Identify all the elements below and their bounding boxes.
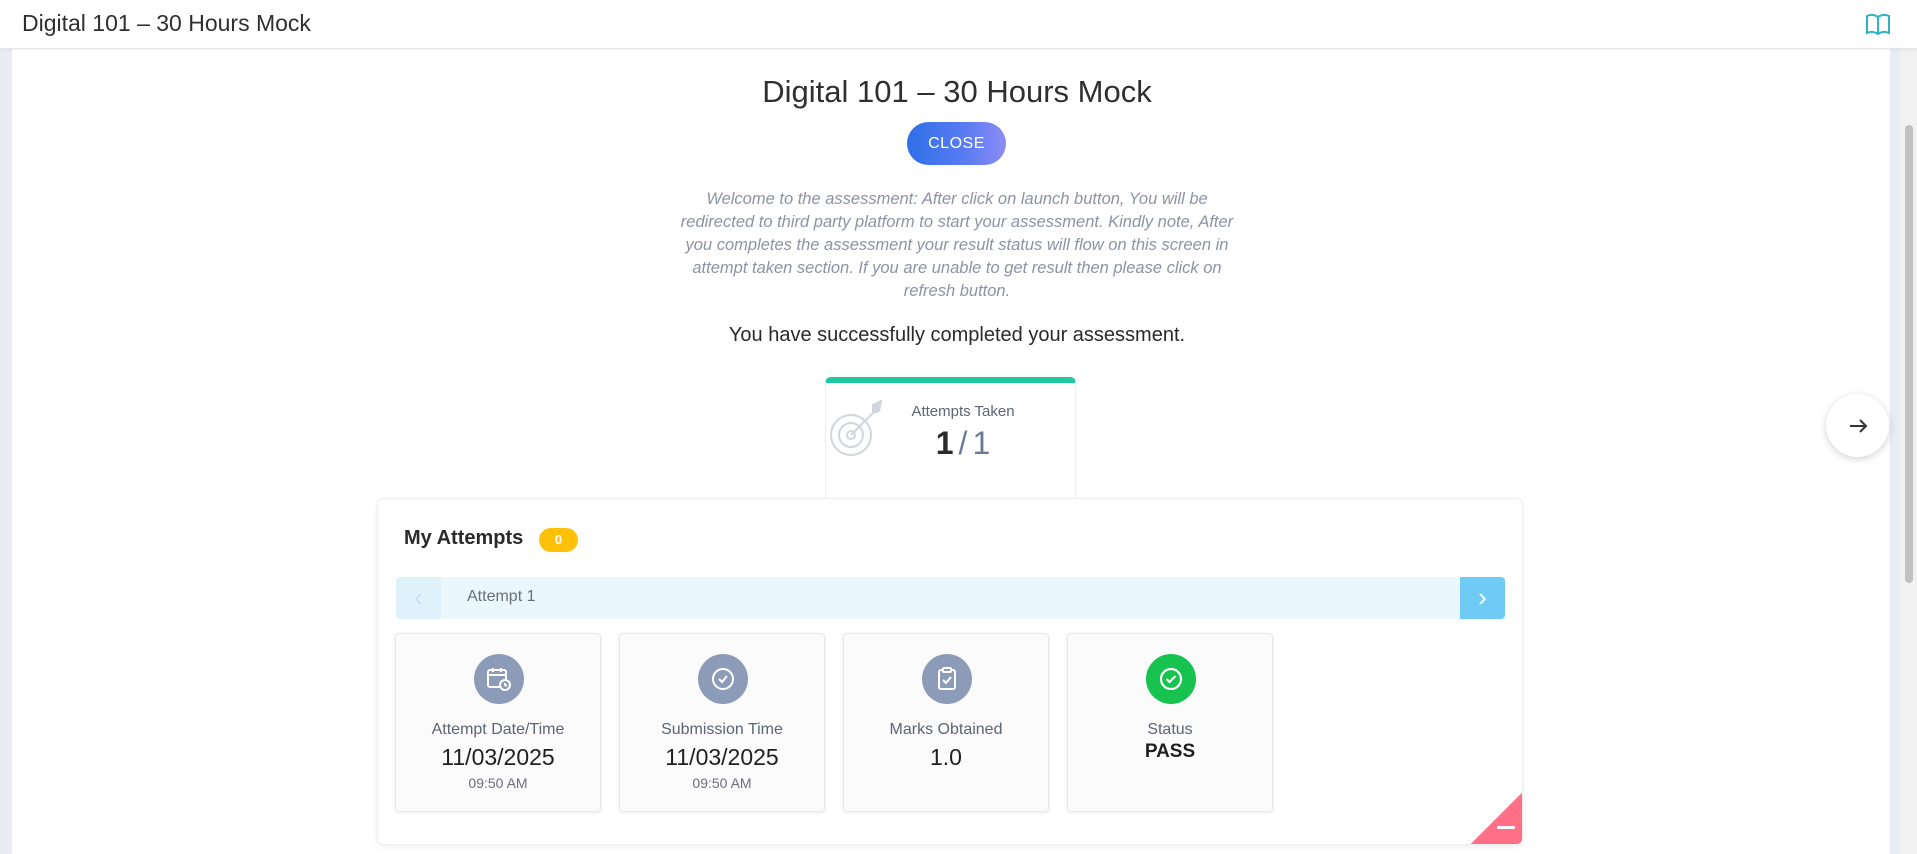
my-attempts-badge: 0 [539, 528, 578, 552]
minus-icon [1497, 826, 1515, 829]
status-label: Status [1147, 721, 1193, 738]
chevron-left-icon: ‹ [414, 582, 423, 612]
my-attempts-panel: My Attempts 0 ‹ Attempt 1 › Attempt Date… [377, 498, 1523, 845]
submission-time-value: 09:50 AM [692, 775, 752, 791]
check-circle-icon [1146, 654, 1196, 704]
top-bar: Digital 101 – 30 Hours Mock [0, 0, 1917, 49]
next-attempt-button[interactable]: › [1460, 577, 1505, 619]
marks-obtained-card: Marks Obtained 1.0 [843, 633, 1049, 812]
window-title: Digital 101 – 30 Hours Mock [22, 10, 311, 36]
collapse-corner-button[interactable] [1470, 791, 1522, 844]
submission-time-card: Submission Time 11/03/2025 09:50 AM [619, 633, 825, 812]
page-title: Digital 101 – 30 Hours Mock [762, 74, 1152, 109]
attempts-taken-value: 1 [935, 425, 954, 461]
submission-date-value: 11/03/2025 [665, 744, 779, 770]
attempts-separator: / [958, 425, 968, 461]
attempt-time-value: 09:50 AM [468, 775, 528, 791]
close-button[interactable]: CLOSE [907, 122, 1006, 165]
chevron-right-icon: › [1478, 582, 1487, 612]
attempt-datetime-card: Attempt Date/Time 11/03/2025 09:50 AM [395, 633, 601, 812]
welcome-text: Welcome to the assessment: After click o… [680, 190, 1234, 300]
attempts-taken-tab: Attempts Taken 1/1 [825, 377, 1076, 499]
marks-obtained-label: Marks Obtained [889, 721, 1003, 738]
attempt-date-value: 11/03/2025 [441, 744, 555, 770]
book-open-icon[interactable] [1865, 12, 1891, 36]
attempts-total-value: 1 [972, 425, 991, 461]
scrollbar-thumb[interactable] [1905, 125, 1913, 583]
marks-obtained-value: 1.0 [930, 744, 962, 770]
attempt-label: Attempt 1 [467, 588, 536, 605]
status-value: PASS [1144, 741, 1196, 762]
attempt-selector-bar: ‹ Attempt 1 › [396, 577, 1505, 619]
success-message: You have successfully completed your ass… [728, 324, 1186, 346]
previous-attempt-button[interactable]: ‹ [396, 577, 441, 619]
arrow-right-icon [1850, 419, 1868, 433]
next-page-button[interactable] [1826, 394, 1889, 457]
my-attempts-title: My Attempts [404, 527, 524, 549]
attempt-datetime-label: Attempt Date/Time [431, 721, 565, 738]
submission-time-label: Submission Time [661, 721, 783, 738]
attempts-taken-label: Attempts Taken [911, 403, 1015, 420]
attempts-count: 1/1 [826, 425, 1075, 462]
clipboard-check-icon [922, 654, 972, 704]
clock-check-icon [698, 654, 748, 704]
calendar-clock-icon [474, 654, 524, 704]
status-card: Status PASS [1067, 633, 1273, 812]
